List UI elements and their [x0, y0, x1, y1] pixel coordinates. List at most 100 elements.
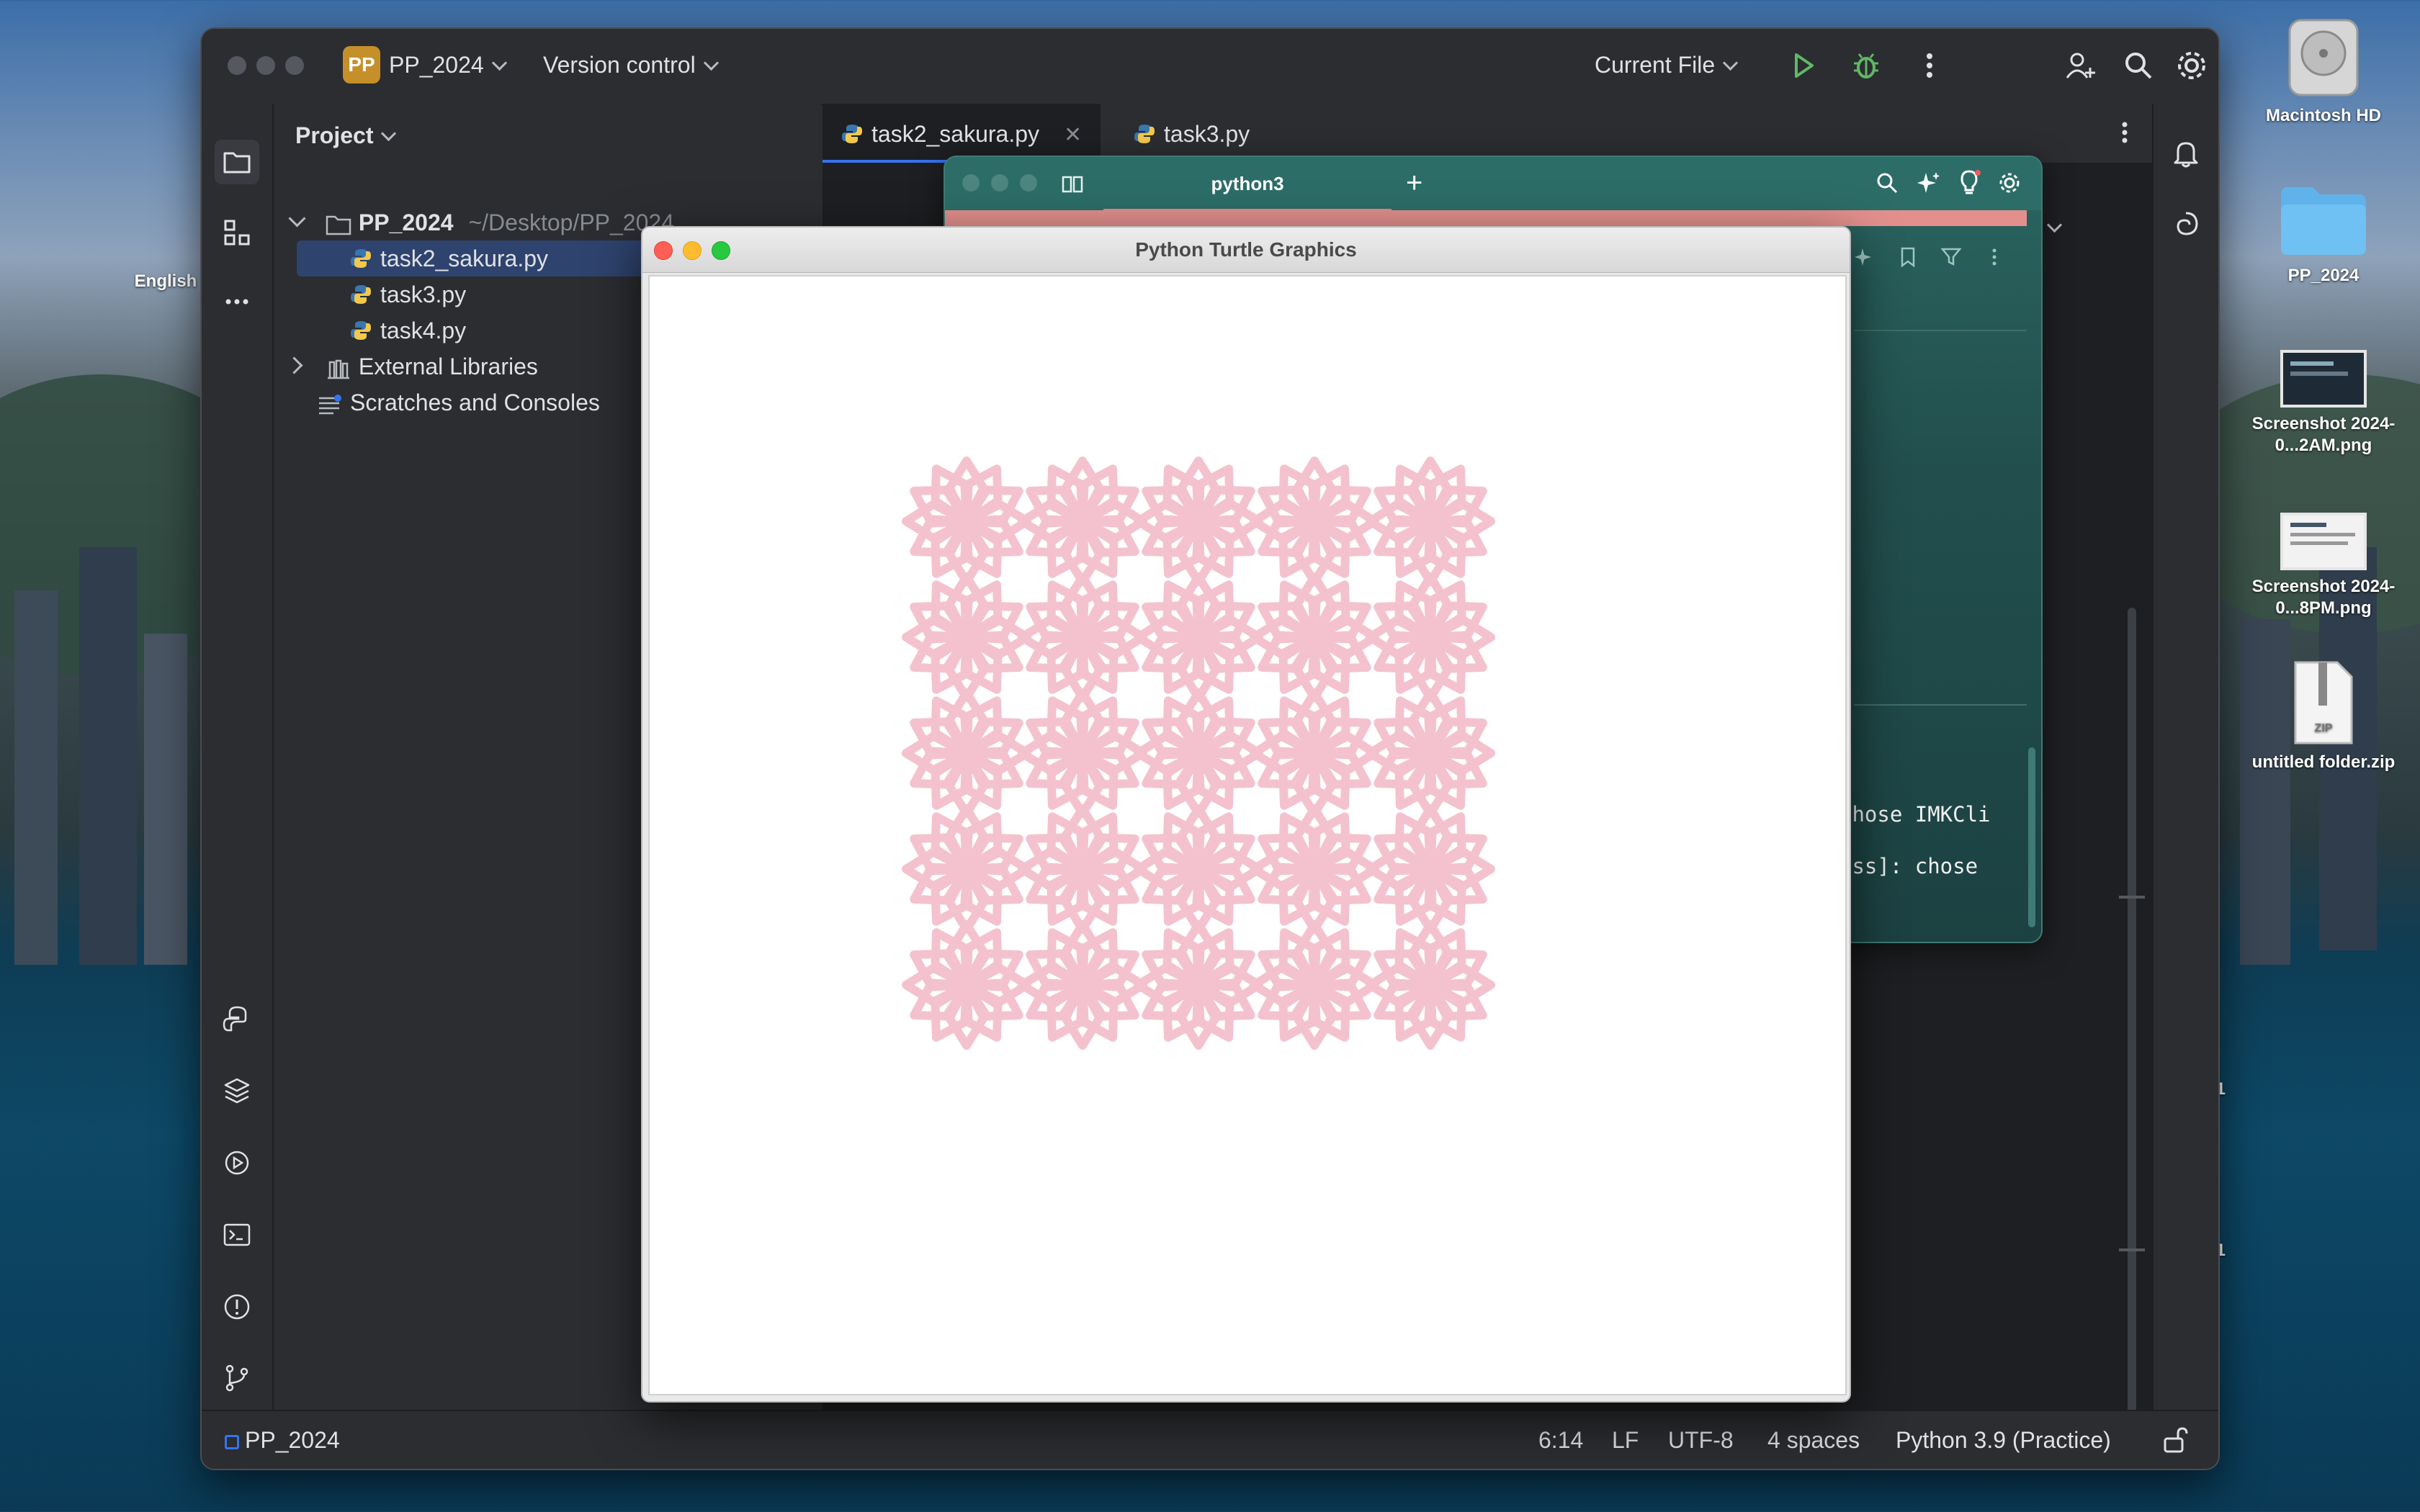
sakura-flower — [1250, 688, 1379, 818]
desktop-icon-screenshot-1[interactable]: Screenshot 2024-0...2AM.png — [2251, 350, 2396, 456]
panel-title-text: Project — [295, 122, 374, 148]
python-console-button[interactable] — [215, 996, 259, 1041]
gear-icon[interactable] — [2174, 48, 2210, 84]
debug-icon[interactable] — [1848, 48, 1884, 84]
status-project-label: PP_2024 — [245, 1427, 340, 1453]
problems-button[interactable] — [215, 1284, 259, 1329]
tab-label: task2_sakura.py — [871, 121, 1040, 147]
terminal-button[interactable] — [215, 1212, 259, 1257]
desktop-icon-label: Macintosh HD — [2265, 106, 2381, 125]
status-line-ending[interactable]: LF — [1612, 1427, 1639, 1453]
file-label: task3.py — [380, 282, 467, 307]
services-button[interactable] — [215, 1140, 259, 1185]
python-file-icon — [351, 248, 371, 268]
folder-icon — [2277, 180, 2370, 259]
window-minimize-button[interactable] — [991, 174, 1008, 192]
tab-task3[interactable]: task3.py — [1115, 104, 1268, 163]
window-close-button[interactable] — [654, 241, 673, 260]
hard-drive-icon — [2284, 13, 2363, 99]
python-file-icon — [351, 284, 371, 304]
warning-circle-icon — [224, 1294, 250, 1320]
sakura-flower — [1134, 456, 1263, 586]
lightbulb-icon[interactable] — [1956, 168, 1982, 196]
more-vertical-icon[interactable] — [1912, 48, 1948, 84]
window-close-button[interactable] — [228, 56, 246, 75]
sakura-flower — [1134, 572, 1263, 702]
more-tools-button[interactable] — [215, 279, 259, 324]
python-file-icon — [842, 124, 862, 143]
tab-task2-sakura[interactable]: task2_sakura.py ✕ — [823, 104, 1101, 163]
turtle-canvas[interactable] — [648, 275, 1847, 1395]
search-icon[interactable] — [1874, 170, 1900, 196]
project-panel-title[interactable]: Project — [295, 122, 397, 149]
status-position[interactable]: 6:14 — [1538, 1427, 1583, 1453]
status-indent[interactable]: 4 spaces — [1767, 1427, 1860, 1453]
window-zoom-button[interactable] — [712, 241, 730, 260]
window-minimize-button[interactable] — [256, 56, 275, 75]
tree-file-task3[interactable]: task3.py — [297, 276, 466, 312]
close-icon[interactable]: ✕ — [1064, 123, 1082, 147]
search-icon[interactable] — [2120, 48, 2156, 84]
root-name: PP_2024 — [358, 210, 454, 235]
desktop-icon-label: English — [134, 271, 197, 291]
terminal-scrollbar[interactable] — [2028, 747, 2035, 927]
chevron-down-icon[interactable] — [2046, 217, 2063, 233]
scroll-marker — [2119, 1248, 2145, 1251]
window-close-button[interactable] — [962, 174, 980, 192]
tab-label: task3.py — [1164, 121, 1250, 147]
sakura-flower — [1134, 920, 1263, 1050]
file-label: task4.py — [380, 318, 467, 343]
project-badge[interactable]: PP — [343, 46, 380, 84]
python-packages-button[interactable] — [215, 1068, 259, 1113]
tree-scratches[interactable]: Scratches and Consoles — [285, 384, 600, 420]
status-encoding[interactable]: UTF-8 — [1668, 1427, 1734, 1453]
window-zoom-button[interactable] — [285, 56, 304, 75]
terminal-tab-label: python3 — [1211, 173, 1284, 194]
desktop-icon-pp2024-folder[interactable]: PP_2024 — [2251, 180, 2396, 287]
window-zoom-button[interactable] — [1020, 174, 1037, 192]
sakura-flower — [1250, 804, 1379, 934]
right-tool-strip — [2152, 104, 2218, 1410]
book-icon[interactable] — [1060, 171, 1085, 196]
desktop-icon-zip[interactable]: ZIP untitled folder.zip — [2251, 660, 2396, 773]
sakura-flower — [902, 456, 1031, 586]
project-switcher[interactable]: PP_2024 — [389, 50, 507, 79]
zip-file-icon: ZIP — [2291, 660, 2356, 746]
sakura-flower — [902, 804, 1031, 934]
tree-external-libraries[interactable]: External Libraries — [285, 348, 538, 384]
project-tool-button[interactable] — [215, 140, 259, 184]
desktop-icon-macintosh-hd[interactable]: Macintosh HD — [2251, 13, 2396, 127]
status-project[interactable]: PP_2024 — [225, 1427, 340, 1453]
terminal-tab-python3[interactable]: python3 — [1103, 157, 1392, 212]
more-vertical-icon[interactable] — [1984, 246, 2005, 268]
run-icon[interactable] — [1785, 48, 1821, 84]
run-config-selector[interactable]: Current File — [1595, 50, 1739, 79]
filter-icon[interactable] — [1940, 246, 1962, 268]
run-config-label: Current File — [1595, 52, 1716, 78]
notifications-bell-icon[interactable] — [2169, 137, 2202, 170]
sakura-flower — [1018, 688, 1147, 818]
status-interpreter[interactable]: Python 3.9 (Practice) — [1896, 1427, 2111, 1453]
bookmark-icon[interactable] — [1897, 246, 1919, 268]
sakura-pattern — [902, 456, 1495, 1050]
new-tab-button[interactable]: + — [1406, 167, 1422, 199]
desktop-icon-screenshot-2[interactable]: Screenshot 2024-0...8PM.png — [2251, 513, 2396, 619]
chevron-right-icon — [285, 356, 303, 374]
gear-icon[interactable] — [1996, 170, 2022, 196]
more-vertical-icon[interactable] — [2110, 118, 2139, 147]
lock-icon[interactable] — [2161, 1426, 2190, 1454]
editor-scrollbar[interactable] — [2128, 608, 2136, 1436]
tree-file-task4[interactable]: task4.py — [297, 312, 466, 348]
sparkle-icon[interactable] — [1854, 246, 1876, 268]
add-user-icon[interactable] — [2063, 48, 2099, 84]
ide-titlebar: PP PP_2024 Version control Current File — [202, 29, 2218, 105]
structure-tool-button[interactable] — [215, 210, 259, 255]
tree-root[interactable]: PP_2024 ~/Desktop/PP_2024 — [285, 204, 674, 240]
vcs-menu[interactable]: Version control — [543, 50, 719, 79]
git-button[interactable] — [215, 1355, 259, 1400]
ai-assistant-icon[interactable] — [2169, 209, 2202, 242]
sparkle-icon[interactable] — [1916, 170, 1942, 196]
sakura-flower — [1366, 688, 1495, 818]
turtle-window-title: Python Turtle Graphics — [1135, 238, 1357, 261]
window-minimize-button[interactable] — [683, 241, 702, 260]
